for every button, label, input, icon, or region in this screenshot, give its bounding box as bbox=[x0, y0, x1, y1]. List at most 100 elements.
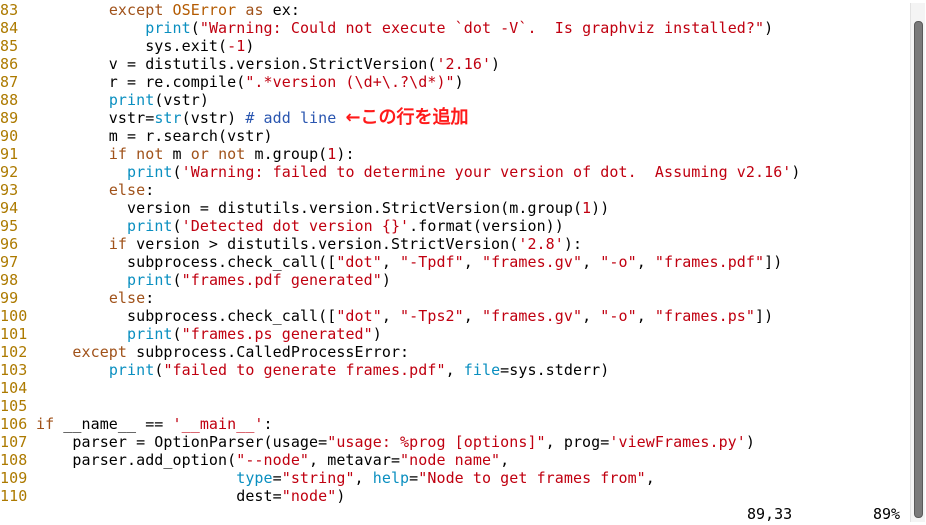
code-token: ): bbox=[336, 145, 355, 163]
code-token: "failed to generate frames.pdf" bbox=[163, 361, 446, 379]
code-text: parser = OptionParser(usage="usage: %pro… bbox=[36, 433, 755, 451]
line-number: 92 bbox=[0, 163, 19, 181]
code-token: else bbox=[108, 181, 146, 199]
code-token: )) bbox=[591, 199, 610, 217]
code-line[interactable]: 91 if not m or not m.group(1): bbox=[0, 145, 355, 163]
code-line[interactable]: 90 m = r.search(vstr) bbox=[0, 127, 273, 145]
code-token: str bbox=[154, 109, 182, 127]
code-line[interactable]: 86 v = distutils.version.StrictVersion('… bbox=[0, 55, 500, 73]
code-token: dest= bbox=[36, 487, 282, 505]
code-token: "frames.gv" bbox=[481, 253, 583, 271]
code-token: version = distutils.version.StrictVersio… bbox=[36, 199, 583, 217]
code-line[interactable]: 100 subprocess.check_call(["dot", "-Tps2… bbox=[0, 307, 773, 325]
line-number: 94 bbox=[0, 199, 19, 217]
code-text: subprocess.check_call(["dot", "-Tps2", "… bbox=[36, 307, 773, 325]
code-token: except bbox=[108, 1, 164, 19]
code-line[interactable]: 93 else: bbox=[0, 181, 154, 199]
scrollbar-thumb[interactable] bbox=[914, 21, 923, 518]
code-line[interactable]: 95 print('Detected dot version {}'.forma… bbox=[0, 217, 564, 235]
code-token: ): bbox=[563, 235, 583, 253]
scroll-percent: 89% bbox=[873, 505, 901, 523]
code-text: print("frames.pdf generated") bbox=[36, 271, 391, 289]
code-text: version = distutils.version.StrictVersio… bbox=[36, 199, 609, 217]
code-text: except OSError as ex: bbox=[36, 1, 300, 19]
code-line[interactable]: 105 bbox=[0, 397, 36, 415]
code-token: , bbox=[445, 361, 464, 379]
code-line[interactable]: 87 r = re.compile(".*version (\d+\.?\d*)… bbox=[0, 73, 464, 91]
code-token: 1 bbox=[582, 199, 592, 217]
code-line[interactable]: 89 vstr=str(vstr) # add line ←この行を追加 bbox=[0, 109, 469, 128]
code-line[interactable]: 99 else: bbox=[0, 289, 154, 307]
code-text: r = re.compile(".*version (\d+\.?\d*)") bbox=[36, 73, 464, 91]
code-line[interactable]: 94 version = distutils.version.StrictVer… bbox=[0, 199, 609, 217]
code-line[interactable]: 102 except subprocess.CalledProcessError… bbox=[0, 343, 409, 361]
code-line[interactable]: 83 except OSError as ex: bbox=[0, 1, 300, 19]
code-token: , bbox=[354, 469, 373, 487]
code-text: subprocess.check_call(["dot", "-Tpdf", "… bbox=[36, 253, 782, 271]
line-number: 89 bbox=[0, 109, 19, 127]
code-token: subprocess.check_call([ bbox=[36, 253, 337, 271]
code-line[interactable]: 84 print("Warning: Could not execute `do… bbox=[0, 19, 773, 37]
line-number: 98 bbox=[0, 271, 19, 289]
code-line[interactable]: 107 parser = OptionParser(usage="usage: … bbox=[0, 433, 755, 451]
code-token: OSError bbox=[172, 1, 237, 19]
code-token: "frames.ps" bbox=[654, 307, 755, 325]
code-token: , bbox=[463, 253, 482, 271]
line-number: 83 bbox=[0, 1, 19, 19]
code-token: "dot" bbox=[336, 307, 382, 325]
code-token: "-Tps2" bbox=[400, 307, 464, 325]
code-token: , bbox=[636, 307, 655, 325]
code-text: if __name__ == '__main__': bbox=[36, 415, 273, 433]
code-token: 'Warning: failed to determine your versi… bbox=[181, 163, 792, 181]
line-number: 107 bbox=[0, 433, 28, 451]
code-token: "-Tpdf" bbox=[400, 253, 464, 271]
code-text: if not m or not m.group(1): bbox=[36, 145, 355, 163]
code-line[interactable]: 98 print("frames.pdf generated") bbox=[0, 271, 391, 289]
code-token: 'viewFrames.py' bbox=[609, 433, 746, 451]
code-token: print bbox=[145, 19, 191, 37]
cursor-position: 89,33 bbox=[747, 505, 793, 523]
code-line[interactable]: 110 dest="node") bbox=[0, 487, 345, 505]
line-number: 106 bbox=[0, 415, 28, 433]
code-line[interactable]: 103 print("failed to generate frames.pdf… bbox=[0, 361, 609, 379]
line-number: 84 bbox=[0, 19, 19, 37]
code-text: parser.add_option("--node", metavar="nod… bbox=[36, 451, 509, 469]
code-line[interactable]: 97 subprocess.check_call(["dot", "-Tpdf"… bbox=[0, 253, 782, 271]
code-line[interactable]: 88 print(vstr) bbox=[0, 91, 209, 109]
code-token: ) bbox=[764, 19, 774, 37]
code-token: subprocess.CalledProcessError: bbox=[127, 343, 410, 361]
code-token: "--node" bbox=[236, 451, 310, 469]
code-editor[interactable]: 83 except OSError as ex: 84 print("Warnin… bbox=[0, 0, 908, 525]
code-token: ) bbox=[745, 433, 755, 451]
code-line[interactable]: 109 type="string", help="Node to get fra… bbox=[0, 469, 655, 487]
code-token: , prog= bbox=[545, 433, 610, 451]
code-token: ( bbox=[190, 19, 200, 37]
code-text: else: bbox=[36, 289, 154, 307]
code-line[interactable]: 104 bbox=[0, 379, 36, 397]
code-token: "dot" bbox=[336, 253, 382, 271]
code-token: file bbox=[463, 361, 501, 379]
code-line[interactable]: 101 print("frames.ps generated") bbox=[0, 325, 382, 343]
line-number: 87 bbox=[0, 73, 19, 91]
code-token: ) bbox=[491, 55, 501, 73]
code-token: '2.8' bbox=[518, 235, 564, 253]
code-token: ( bbox=[172, 217, 182, 235]
line-number: 101 bbox=[0, 325, 28, 343]
code-text: print("Warning: Could not execute `dot -… bbox=[36, 19, 773, 37]
code-line[interactable]: 96 if version > distutils.version.Strict… bbox=[0, 235, 582, 253]
code-token: parser = OptionParser(usage= bbox=[36, 433, 328, 451]
code-token: help bbox=[372, 469, 410, 487]
code-line[interactable]: 92 print('Warning: failed to determine y… bbox=[0, 163, 801, 181]
code-line[interactable]: 85 sys.exit(-1) bbox=[0, 37, 254, 55]
code-token: , bbox=[500, 451, 510, 469]
code-token: sys.exit( bbox=[36, 37, 228, 55]
code-line[interactable]: 106 if __name__ == '__main__': bbox=[0, 415, 273, 433]
code-token: v = distutils.version.StrictVersion( bbox=[36, 55, 437, 73]
vertical-scrollbar[interactable] bbox=[910, 3, 925, 522]
code-text: v = distutils.version.StrictVersion('2.1… bbox=[36, 55, 500, 73]
code-line[interactable]: 108 parser.add_option("--node", metavar=… bbox=[0, 451, 509, 469]
code-token: ) bbox=[372, 325, 382, 343]
